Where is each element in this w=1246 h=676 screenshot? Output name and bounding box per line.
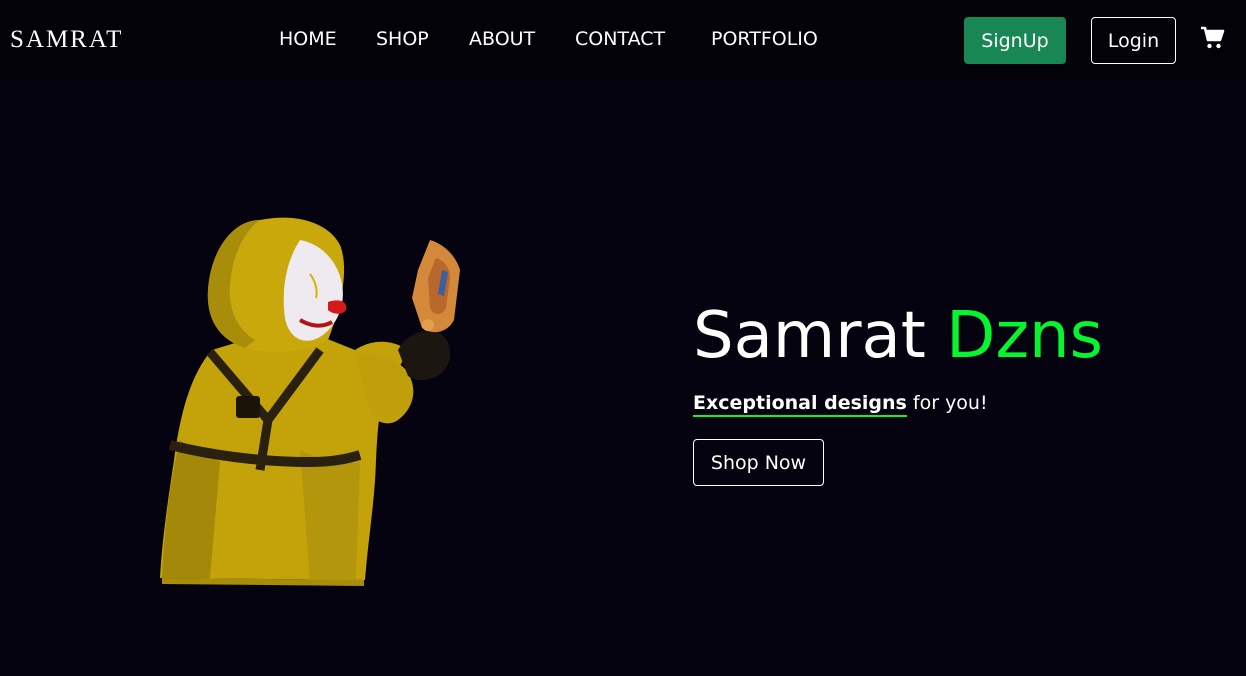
cart-icon-svg xyxy=(1201,26,1225,49)
hero-subtitle-rest: for you! xyxy=(906,392,988,414)
hero-character-image xyxy=(150,200,490,590)
hero-title-main: Samrat xyxy=(693,299,926,373)
navbar: SAMRAT HOME SHOP ABOUT CONTACT PORTFOLIO… xyxy=(0,0,1246,80)
nav-link-portfolio[interactable]: PORTFOLIO xyxy=(711,28,818,50)
login-button[interactable]: Login xyxy=(1091,17,1176,64)
clown-character-icon xyxy=(160,217,460,586)
nav-link-home[interactable]: HOME xyxy=(279,28,337,50)
hero-title: Samrat Dzns xyxy=(693,296,1103,376)
hero-subtitle-emphasis: Exceptional designs xyxy=(693,392,907,417)
hero-title-accent: Dzns xyxy=(946,299,1103,373)
hero-subtitle: Exceptional designs for you! xyxy=(693,392,988,417)
cart-icon[interactable] xyxy=(1200,26,1226,50)
brand-logo[interactable]: SAMRAT xyxy=(10,26,123,54)
nav-link-shop[interactable]: SHOP xyxy=(376,28,429,50)
shop-now-button[interactable]: Shop Now xyxy=(693,439,824,486)
signup-button[interactable]: SignUp xyxy=(964,17,1066,64)
nav-link-about[interactable]: ABOUT xyxy=(469,28,535,50)
nav-link-contact[interactable]: CONTACT xyxy=(575,28,665,50)
